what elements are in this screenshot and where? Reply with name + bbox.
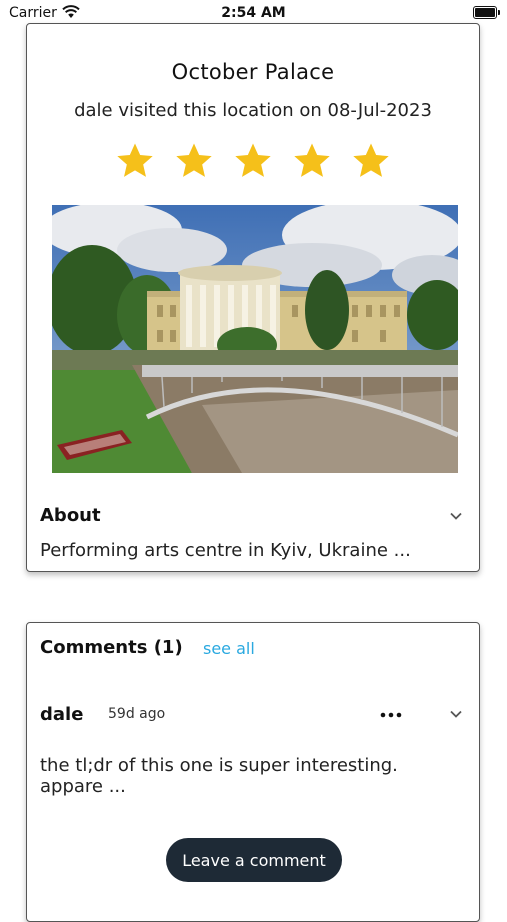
location-photo [52, 205, 458, 473]
leave-comment-button[interactable]: Leave a comment [166, 838, 342, 882]
about-heading: About [40, 505, 101, 526]
location-title: October Palace [171, 60, 335, 84]
comment-time: 59d ago [108, 706, 166, 722]
star-icon [235, 143, 271, 177]
location-card: October Palace dale visited this locatio… [26, 23, 480, 572]
comment-user: dale [40, 704, 84, 725]
more-dots-icon[interactable] [380, 711, 402, 719]
comments-heading: Comments (1) [40, 637, 183, 658]
battery-icon [473, 6, 500, 19]
star-icon [176, 143, 212, 177]
star-icon [117, 143, 153, 177]
comments-card: Comments (1) see all dale 59d ago the tl… [26, 622, 480, 922]
see-all-link[interactable]: see all [203, 639, 255, 658]
comment-text: the tl;dr of this one is super interesti… [40, 755, 398, 797]
status-time: 2:54 AM [221, 5, 286, 21]
star-icon [353, 143, 389, 177]
about-chevron-down-icon[interactable] [449, 509, 463, 523]
star-icon [294, 143, 330, 177]
rating-stars [115, 141, 391, 181]
about-text: Performing arts centre in Kyiv, Ukraine … [40, 540, 411, 561]
visit-info: dale visited this location on 08-Jul-202… [74, 100, 432, 121]
comment-chevron-down-icon[interactable] [449, 707, 463, 721]
